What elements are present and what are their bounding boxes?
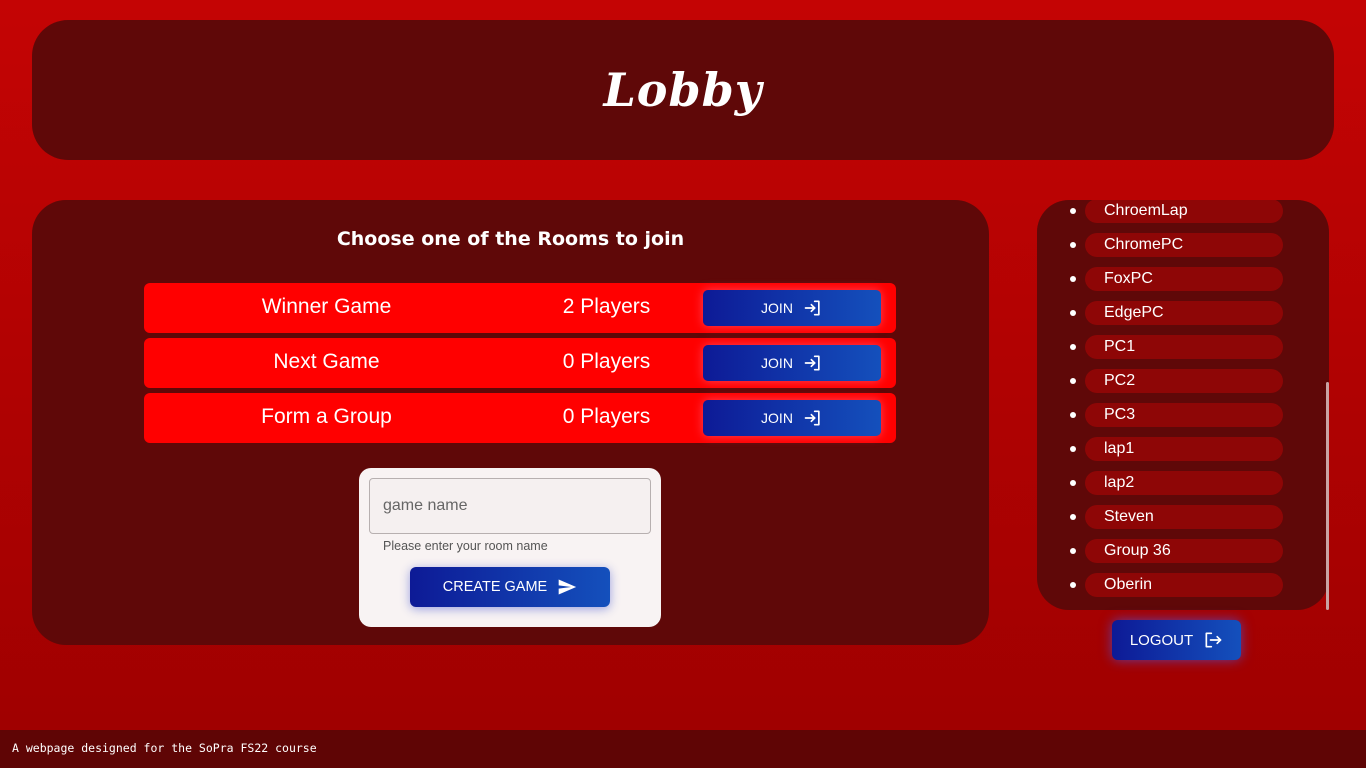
logout-label: LOGOUT — [1129, 631, 1194, 649]
room-row: Winner Game 2 Players JOIN — [144, 283, 896, 333]
join-room-button[interactable]: JOIN — [703, 400, 881, 436]
user-name: lap2 — [1085, 471, 1283, 495]
user-name: ChromePC — [1085, 233, 1283, 257]
list-item: lap1 — [1037, 432, 1329, 466]
room-name: Winner Game — [261, 295, 392, 318]
login-arrow-icon — [804, 410, 820, 426]
join-room-button[interactable]: JOIN — [703, 290, 881, 326]
user-name: ChroemLap — [1085, 200, 1283, 223]
join-room-button[interactable]: JOIN — [703, 345, 881, 381]
join-button-label: JOIN — [761, 355, 793, 371]
users-scrollbar[interactable] — [1325, 200, 1331, 610]
user-name: EdgePC — [1085, 301, 1283, 325]
user-name: FoxPC — [1085, 267, 1283, 291]
list-item: Steven — [1037, 500, 1329, 534]
join-button-label: JOIN — [761, 410, 793, 426]
page-header: Lobby — [32, 20, 1334, 160]
user-name: lap1 — [1085, 437, 1283, 461]
room-player-count: 2 Players — [562, 295, 651, 318]
room-player-count: 0 Players — [562, 350, 651, 373]
list-item: PC1 — [1037, 330, 1329, 364]
list-item: lap2 — [1037, 466, 1329, 500]
user-name: PC2 — [1085, 369, 1283, 393]
user-name: Oberin — [1085, 573, 1283, 597]
game-name-input[interactable] — [369, 478, 651, 534]
users-scrollbar-thumb[interactable] — [1326, 382, 1329, 610]
list-item: FoxPC — [1037, 262, 1329, 296]
user-name: Steven — [1085, 505, 1283, 529]
list-item: ChromePC — [1037, 228, 1329, 262]
list-item: PC2 — [1037, 364, 1329, 398]
rooms-heading: Choose one of the Rooms to join — [336, 228, 685, 250]
game-name-helper-text: Please enter your room name — [383, 539, 548, 553]
list-item: EdgePC — [1037, 296, 1329, 330]
room-player-count: 0 Players — [562, 405, 651, 428]
list-item: ChroemLap — [1037, 200, 1329, 228]
room-name: Form a Group — [261, 405, 392, 428]
page-footer: A webpage designed for the SoPra FS22 co… — [0, 730, 1366, 768]
send-icon — [558, 579, 577, 595]
list-item: Group 36 — [1037, 534, 1329, 568]
login-arrow-icon — [804, 300, 820, 316]
room-name: Next Game — [273, 350, 380, 373]
page-title: Lobby — [603, 63, 763, 117]
join-button-label: JOIN — [761, 300, 793, 316]
create-game-button[interactable]: CREATE GAME — [410, 567, 610, 607]
room-row: Form a Group 0 Players JOIN — [144, 393, 896, 443]
list-item: Oberin — [1037, 568, 1329, 602]
user-name: Group 36 — [1085, 539, 1283, 563]
create-game-label: CREATE GAME — [442, 579, 548, 595]
logout-button[interactable]: LOGOUT — [1112, 620, 1241, 660]
logout-icon — [1205, 632, 1222, 648]
room-row: Next Game 0 Players JOIN — [144, 338, 896, 388]
online-users-panel[interactable]: ChroemLap ChromePC FoxPC EdgePC PC1 PC2 … — [1037, 200, 1329, 610]
list-item: PC3 — [1037, 398, 1329, 432]
user-name: PC1 — [1085, 335, 1283, 359]
login-arrow-icon — [804, 355, 820, 371]
create-game-card: Please enter your room name CREATE GAME — [359, 468, 661, 627]
online-users-list: ChroemLap ChromePC FoxPC EdgePC PC1 PC2 … — [1037, 200, 1329, 602]
footer-text: A webpage designed for the SoPra FS22 co… — [12, 741, 317, 755]
user-name: PC3 — [1085, 403, 1283, 427]
